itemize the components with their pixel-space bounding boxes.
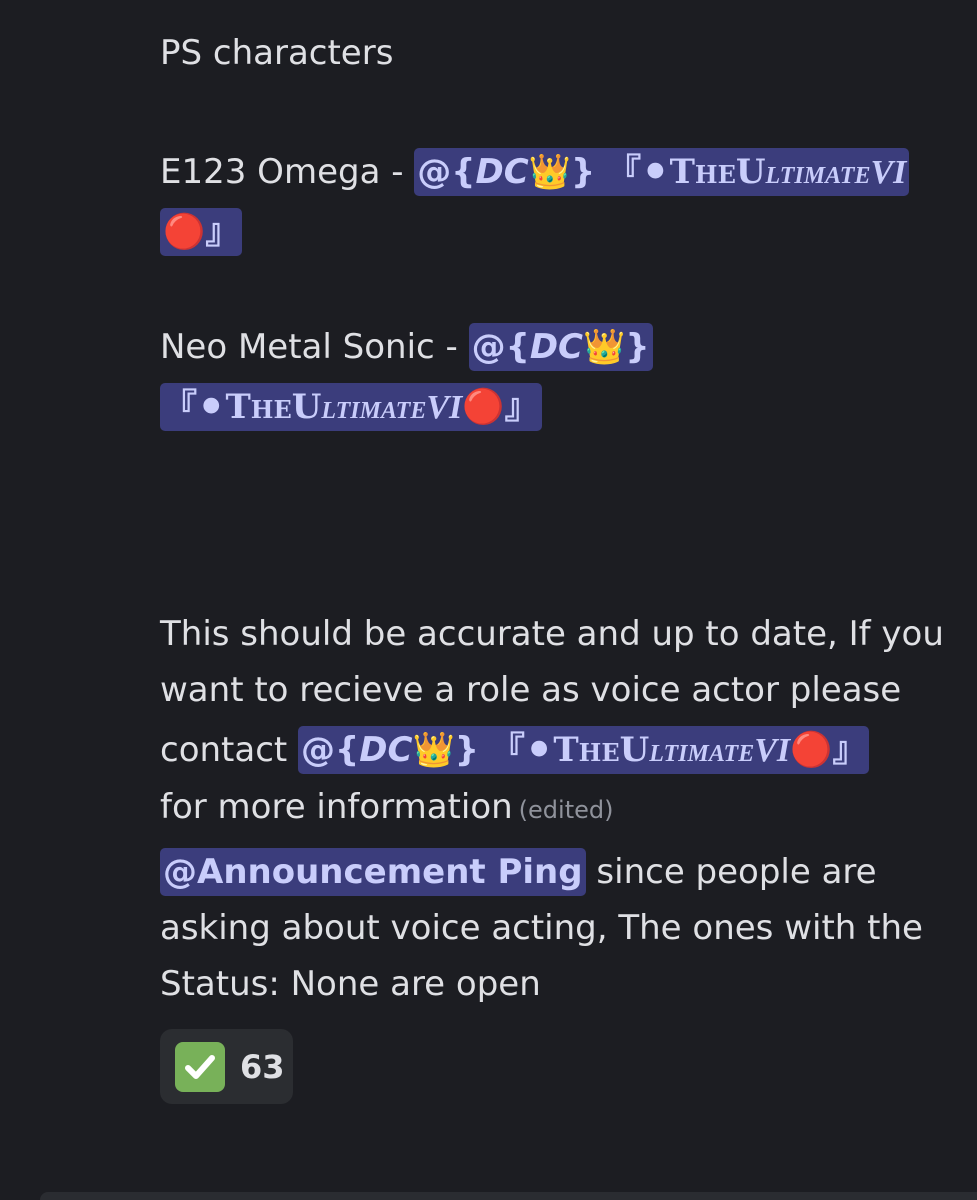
info-line-3: contact @{DC👑} 『⚫TheUltimateVI🔴』 [160, 726, 870, 774]
reaction-button[interactable]: 63 [160, 1029, 293, 1104]
second-message-line-3: Status: None are open [160, 964, 541, 1004]
character-name: E123 Omega - [160, 152, 415, 192]
crown-emoji-icon: 👑 [583, 327, 626, 367]
reaction-count: 63 [240, 1047, 285, 1086]
role-mention-announcement-ping[interactable]: @Announcement Ping [160, 848, 586, 896]
red-circle-emoji-icon: 🔴 [163, 212, 206, 252]
user-mention-contact[interactable]: @{DC👑} 『⚫TheUltimateVI🔴』 [298, 726, 870, 774]
black-circle-emoji-icon: ⚫ [197, 387, 226, 427]
second-message-line-1: @Announcement Ping since people are [160, 848, 877, 896]
crown-emoji-icon: 👑 [528, 152, 572, 192]
black-circle-emoji-icon: ⚫ [524, 730, 554, 770]
white-check-mark-icon [175, 1041, 225, 1092]
user-mention-continued[interactable]: 🔴』 [160, 208, 243, 256]
info-line-2: want to recieve a role as voice actor pl… [160, 670, 902, 710]
character-entry-neo-metal-sonic: Neo Metal Sonic - @{DC👑} [160, 323, 653, 371]
character-entry-omega-wrap: 🔴』 [160, 208, 243, 256]
second-message-line-2: asking about voice acting, The ones with… [160, 908, 923, 948]
user-mention-continued[interactable]: 『⚫TheUltimateVI🔴』 [160, 383, 542, 431]
composer-edge [40, 1192, 977, 1200]
red-circle-emoji-icon: 🔴 [462, 387, 505, 427]
character-entry-omega: E123 Omega - @{DC👑} 『⚫TheUltimateVI [160, 148, 910, 196]
black-circle-emoji-icon: ⚫ [641, 152, 670, 192]
message-heading: PS characters [160, 33, 394, 73]
user-mention[interactable]: @{DC👑} [468, 323, 653, 371]
crown-emoji-icon: 👑 [412, 730, 455, 770]
red-circle-emoji-icon: 🔴 [790, 730, 833, 770]
character-name: Neo Metal Sonic - [160, 327, 469, 367]
user-mention[interactable]: @{DC👑} 『⚫TheUltimateVI [414, 148, 910, 196]
info-line-4: for more information (edited) [160, 787, 614, 827]
info-line-1: This should be accurate and up to date, … [160, 614, 944, 654]
edited-label: (edited) [518, 796, 614, 824]
character-entry-neo-metal-sonic-wrap: 『⚫TheUltimateVI🔴』 [160, 383, 542, 431]
